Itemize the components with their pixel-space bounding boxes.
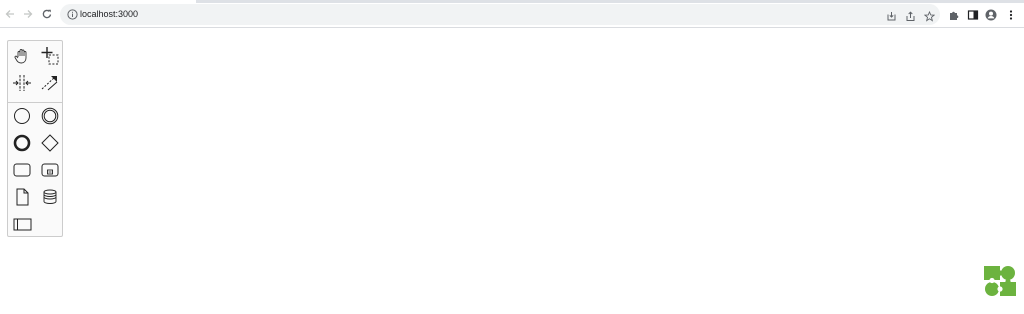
active-tab[interactable] <box>0 0 196 3</box>
create-pool[interactable] <box>10 212 34 236</box>
tab-strip <box>0 0 1024 3</box>
hand-tool[interactable] <box>10 44 34 68</box>
url-text[interactable]: localhost:3000 <box>80 8 138 21</box>
end-event-icon <box>13 134 31 152</box>
create-subprocess[interactable] <box>38 158 62 182</box>
pool-icon <box>13 218 32 231</box>
data-object-icon <box>16 188 29 206</box>
lasso-tool[interactable] <box>38 44 62 68</box>
extensions-icon[interactable] <box>948 8 960 20</box>
side-panel-icon[interactable] <box>967 8 979 20</box>
start-event-icon <box>14 108 30 124</box>
space-icon <box>13 75 31 91</box>
connect-icon <box>41 76 58 91</box>
share-icon[interactable] <box>905 9 916 21</box>
intermediate-event-icon <box>41 107 59 125</box>
lasso-icon <box>41 47 59 65</box>
bpmn-io-logo-icon[interactable] <box>983 265 1017 297</box>
create-data-store[interactable] <box>38 185 62 209</box>
create-task[interactable] <box>10 158 34 182</box>
bookmark-star-icon[interactable] <box>923 9 936 22</box>
create-gateway[interactable] <box>38 131 62 155</box>
hand-icon <box>14 49 27 64</box>
global-connect-tool[interactable] <box>38 71 62 95</box>
diagram-canvas[interactable] <box>0 29 1024 314</box>
create-start-event[interactable] <box>10 104 34 128</box>
data-store-icon <box>43 189 57 204</box>
create-data-object[interactable] <box>10 185 34 209</box>
create-intermediate-event[interactable] <box>38 104 62 128</box>
create-end-event[interactable] <box>10 131 34 155</box>
browser-toolbar: localhost:3000 <box>0 0 1024 28</box>
menu-icon[interactable] <box>1005 8 1017 20</box>
forward-icon[interactable] <box>21 7 35 21</box>
site-info-icon[interactable] <box>66 8 79 21</box>
space-tool[interactable] <box>10 71 34 95</box>
palette-separator <box>8 102 62 103</box>
gateway-icon <box>41 134 59 152</box>
back-icon[interactable] <box>3 7 17 21</box>
subprocess-icon <box>41 163 59 177</box>
install-app-icon[interactable] <box>886 9 897 21</box>
profile-icon[interactable] <box>985 8 997 21</box>
task-icon <box>13 163 31 177</box>
reload-icon[interactable] <box>40 7 54 21</box>
tool-palette <box>7 40 63 237</box>
address-bar[interactable]: localhost:3000 <box>60 4 940 25</box>
